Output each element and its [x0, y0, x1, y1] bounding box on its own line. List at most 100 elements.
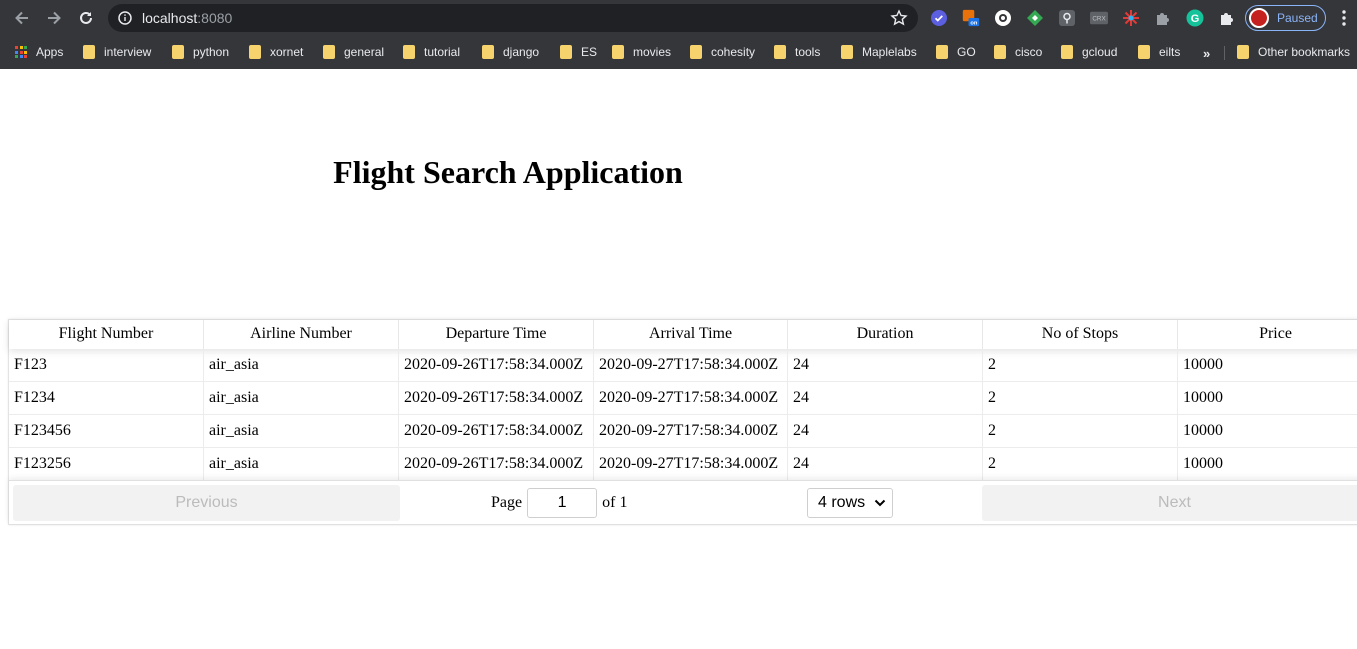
cell-duration: 24 [788, 415, 983, 448]
column-header-arrival-time[interactable]: Arrival Time [594, 320, 788, 349]
folder-icon [612, 45, 624, 59]
more-vert-icon[interactable] [1338, 9, 1350, 27]
check-circle-icon[interactable] [930, 9, 948, 27]
folder-icon [560, 45, 572, 59]
cell-arrival-time: 2020-09-27T17:58:34.000Z [594, 415, 788, 448]
bookmark-folder[interactable]: Maplelabs [841, 42, 917, 62]
cell-arrival-time: 2020-09-27T17:58:34.000Z [594, 382, 788, 415]
bookmark-folder[interactable]: ES [560, 42, 597, 62]
on-badge-icon[interactable]: on [962, 9, 980, 27]
circle-dots-icon[interactable] [994, 9, 1012, 27]
cell-price: 10000 [1183, 422, 1223, 439]
bookmark-apps[interactable]: Apps [15, 42, 63, 62]
bookmark-folder[interactable]: tutorial [403, 42, 460, 62]
bookmarks-bar: Apps interview python xornet general tut… [0, 36, 1357, 69]
puzzle-icon[interactable] [1154, 9, 1172, 27]
folder-icon [994, 45, 1006, 59]
avatar [1249, 8, 1269, 28]
bookmark-label: cisco [1015, 45, 1043, 59]
table-row: F123456 air_asia 2020-09-26T17:58:34.000… [9, 415, 1357, 448]
extensions-icon[interactable] [1218, 9, 1236, 27]
location-pin-icon[interactable] [1058, 9, 1076, 27]
bookmark-label: Maplelabs [862, 45, 917, 59]
chevron-down-icon [874, 499, 886, 507]
bookmark-folder[interactable]: gcloud [1061, 42, 1117, 62]
bookmark-folder[interactable]: interview [83, 42, 151, 62]
bookmark-folder[interactable]: eilts [1138, 42, 1180, 62]
svg-text:G: G [1191, 13, 1200, 25]
back-arrow-icon[interactable] [11, 7, 33, 29]
diamond-icon[interactable] [1026, 9, 1044, 27]
column-header-no-of-stops[interactable]: No of Stops [983, 320, 1178, 349]
bookmark-folder[interactable]: cohesity [690, 42, 755, 62]
folder-icon [83, 45, 95, 59]
profile-status-label: Paused [1277, 11, 1318, 25]
bookmark-label: general [344, 45, 385, 59]
bookmark-label: gcloud [1082, 45, 1118, 59]
table-header: Flight Number Airline Number Departure T… [9, 320, 1357, 349]
page-number-input[interactable] [527, 488, 598, 518]
cell-arrival-time: 2020-09-27T17:58:34.000Z [594, 349, 788, 382]
url-host: localhost [142, 10, 198, 26]
reload-icon[interactable] [75, 7, 97, 29]
browser-toolbar: localhost:8080 on CRX G Paused [0, 0, 1357, 36]
folder-icon [774, 45, 786, 59]
bookmark-label: tools [795, 45, 821, 59]
folder-icon [249, 45, 261, 59]
bookmark-label: GO [957, 45, 976, 59]
cell-airline-number: air_asia [204, 349, 399, 382]
bookmark-folder[interactable]: cisco [994, 42, 1042, 62]
bookmark-folder[interactable]: tools [774, 42, 820, 62]
bookmark-label: ES [581, 45, 598, 59]
column-header-airline-number[interactable]: Airline Number [204, 320, 399, 349]
more-bookmarks-chevron[interactable]: » [1203, 46, 1210, 61]
bookmark-star-icon[interactable] [890, 9, 908, 27]
bookmark-label: tutorial [424, 45, 461, 59]
svg-text:on: on [970, 21, 977, 27]
bookmark-folder[interactable]: xornet [249, 42, 303, 62]
bookmark-folder[interactable]: GO [936, 42, 976, 62]
cell-departure-time: 2020-09-26T17:58:34.000Z [399, 448, 594, 481]
folder-icon [403, 45, 415, 59]
forward-arrow-icon[interactable] [43, 7, 65, 29]
table-row: F1234 air_asia 2020-09-26T17:58:34.000Z … [9, 382, 1357, 415]
column-header-price[interactable]: Price [1178, 320, 1357, 349]
bookmark-folder[interactable]: python [172, 42, 229, 62]
table-row: F123 air_asia 2020-09-26T17:58:34.000Z 2… [9, 349, 1357, 382]
cell-price: 10000 [1183, 455, 1223, 472]
profile-button[interactable]: Paused [1245, 5, 1326, 31]
crx-icon[interactable]: CRX [1090, 9, 1108, 27]
bookmark-label: Other bookmarks [1258, 45, 1351, 59]
previous-button[interactable]: Previous [13, 485, 400, 521]
bookmark-folder[interactable]: movies [612, 42, 671, 62]
folder-icon [1061, 45, 1073, 59]
cell-airline-number: air_asia [204, 382, 399, 415]
bookmark-folder[interactable]: general [323, 42, 384, 62]
cell-flight-number: F123256 [9, 448, 204, 481]
bookmark-folder[interactable]: django [482, 42, 539, 62]
next-button[interactable]: Next [982, 485, 1357, 521]
sparkle-icon[interactable] [1122, 9, 1140, 27]
cell-no-of-stops: 2 [983, 349, 1178, 382]
page-jump: Page of 1 [491, 488, 627, 518]
column-header-duration[interactable]: Duration [788, 320, 983, 349]
cell-flight-number: F1234 [9, 382, 204, 415]
folder-icon [690, 45, 702, 59]
bookmark-label: eilts [1159, 45, 1181, 59]
cell-airline-number: air_asia [204, 415, 399, 448]
bookmark-label: movies [633, 45, 672, 59]
address-bar[interactable]: localhost:8080 [108, 4, 918, 32]
rows-per-page-select[interactable]: 4 rows [807, 488, 893, 518]
flights-table: Flight Number Airline Number Departure T… [8, 319, 1357, 525]
folder-icon [482, 45, 494, 59]
grammarly-icon[interactable]: G [1186, 9, 1204, 27]
bookmark-other[interactable]: Other bookmarks [1237, 42, 1350, 62]
cell-departure-time: 2020-09-26T17:58:34.000Z [399, 415, 594, 448]
site-info-icon[interactable] [118, 11, 132, 25]
folder-icon [1237, 45, 1249, 59]
page-label: Page [491, 494, 523, 511]
column-header-departure-time[interactable]: Departure Time [399, 320, 594, 349]
column-header-flight-number[interactable]: Flight Number [9, 320, 204, 349]
cell-flight-number: F123456 [9, 415, 204, 448]
cell-flight-number: F123 [9, 349, 204, 382]
